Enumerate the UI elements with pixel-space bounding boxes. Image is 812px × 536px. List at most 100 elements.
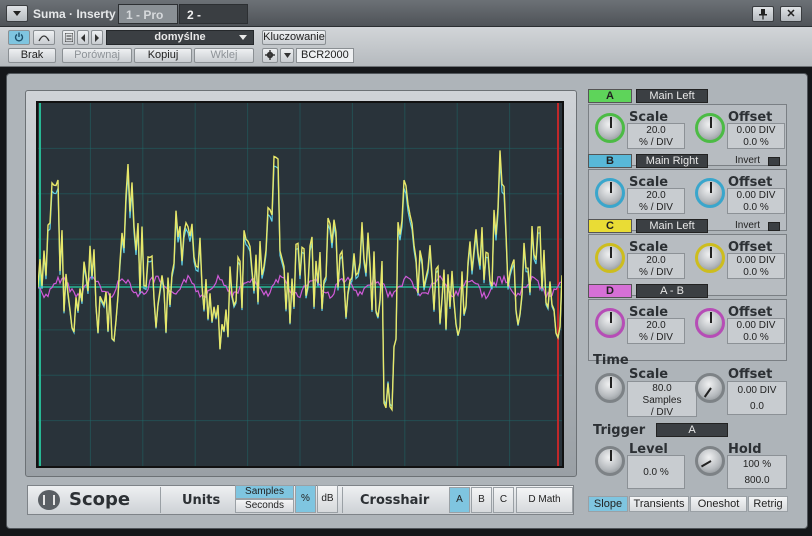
pin-icon bbox=[759, 9, 767, 20]
channel-c-offset-value-box[interactable]: 0.00 DIV 0.0 % bbox=[727, 253, 785, 279]
units-samples-button[interactable]: Samples bbox=[235, 485, 294, 499]
time-offset-label: Offset bbox=[728, 367, 773, 382]
list-icon bbox=[64, 32, 73, 43]
settings-button[interactable] bbox=[262, 48, 278, 63]
channel-b-button[interactable]: B bbox=[588, 154, 632, 168]
channel-a-scale-value-box[interactable]: 20.0% / DIV bbox=[627, 123, 685, 149]
window-title: Suma · Inserty bbox=[33, 7, 116, 21]
compare-button[interactable]: Porównaj bbox=[62, 48, 132, 63]
preset-prev-button[interactable] bbox=[77, 30, 89, 45]
units-db-button[interactable]: dB bbox=[317, 485, 338, 513]
power-button[interactable] bbox=[8, 30, 30, 45]
trigger-hold-value-box[interactable]: 100 % 800.0 bbox=[727, 455, 787, 489]
time-title: Time bbox=[593, 353, 629, 368]
time-offset-pct: 0.0 bbox=[750, 401, 764, 412]
preset-select[interactable]: domyślne bbox=[106, 30, 254, 45]
scope-display[interactable] bbox=[36, 101, 564, 468]
offset-value: 0.00 DIV bbox=[736, 320, 776, 331]
preset-next-button[interactable] bbox=[91, 30, 103, 45]
trigger-level-knob[interactable] bbox=[595, 446, 625, 476]
crosshair-a-button[interactable]: A bbox=[449, 487, 470, 513]
arrow-right-icon bbox=[95, 34, 99, 42]
automation-button[interactable] bbox=[33, 30, 55, 45]
divider bbox=[342, 487, 343, 513]
tab-pro-eq[interactable]: 1 - Pro EQ bbox=[118, 4, 178, 42]
channel-c-scale-value-box[interactable]: 20.0% / DIV bbox=[627, 253, 685, 279]
trigger-transients-button[interactable]: Transients bbox=[629, 496, 689, 512]
time-scale-unit2: / DIV bbox=[650, 407, 674, 418]
copy-button[interactable]: Kopiuj bbox=[134, 48, 192, 63]
trigger-level-value[interactable]: 0.0 % bbox=[627, 455, 685, 489]
controller-field[interactable]: BCR2000 bbox=[296, 48, 354, 63]
pin-button[interactable] bbox=[752, 6, 774, 22]
trigger-slope-button[interactable]: Slope bbox=[588, 496, 628, 512]
automation-icon bbox=[38, 35, 50, 42]
close-button[interactable]: ✕ bbox=[780, 6, 802, 22]
window-menu-dropdown[interactable] bbox=[6, 5, 28, 22]
settings-dropdown[interactable] bbox=[280, 48, 294, 63]
channel-d-button[interactable]: D bbox=[588, 284, 632, 298]
d-math-button[interactable]: D Math bbox=[516, 487, 573, 513]
channel-d-scale-knob[interactable] bbox=[595, 308, 625, 338]
channel-d-offset-value-box[interactable]: 0.00 DIV 0.0 % bbox=[727, 318, 785, 344]
trigger-oneshot-button[interactable]: Oneshot bbox=[690, 496, 747, 512]
time-offset-knob[interactable] bbox=[695, 373, 725, 403]
channel-b-scale-value-box[interactable]: 20.0% / DIV bbox=[627, 188, 685, 214]
channel-a-offset-value-box[interactable]: 0.00 DIV 0.0 % bbox=[727, 123, 785, 149]
channel-b-scale-knob[interactable] bbox=[595, 178, 625, 208]
trigger-hold-pct: 100 % bbox=[742, 459, 772, 470]
channel-b-source-select[interactable]: Main Right bbox=[636, 154, 708, 168]
title-bar: Suma · Inserty 1 - Pro EQ 2 - Scope 2 ✕ bbox=[0, 0, 812, 42]
offset-pct: 0.0 % bbox=[743, 332, 769, 343]
tab-scope[interactable]: 2 - Scope 2 bbox=[179, 4, 248, 42]
divider bbox=[160, 487, 161, 513]
channel-c-button[interactable]: C bbox=[588, 219, 632, 233]
chevron-down-icon bbox=[283, 53, 291, 58]
scope-waveform bbox=[37, 103, 563, 466]
channel-a-source-select[interactable]: Main Left bbox=[636, 89, 708, 103]
units-label: Units bbox=[182, 493, 221, 508]
channel-c-invert-label: Invert bbox=[735, 220, 761, 231]
channel-a-scale-knob[interactable] bbox=[595, 113, 625, 143]
time-offset-value: 0.00 DIV bbox=[737, 385, 777, 396]
channel-c-source-select[interactable]: Main Left bbox=[636, 219, 708, 233]
offset-pct: 0.0 % bbox=[743, 137, 769, 148]
channel-d-source-select[interactable]: A - B bbox=[636, 284, 708, 298]
time-scale-knob[interactable] bbox=[595, 373, 625, 403]
channel-b-invert-label: Invert bbox=[735, 155, 761, 166]
power-icon bbox=[14, 32, 24, 42]
channel-c-offset-knob[interactable] bbox=[695, 243, 725, 273]
trigger-source-select[interactable]: A bbox=[656, 423, 728, 437]
channel-c-invert-toggle[interactable] bbox=[768, 222, 780, 231]
offset-value: 0.00 DIV bbox=[736, 125, 776, 136]
trigger-hold-value: 800.0 bbox=[744, 475, 770, 486]
arrow-left-icon bbox=[81, 34, 85, 42]
crosshair-c-button[interactable]: C bbox=[493, 487, 514, 513]
paste-button[interactable]: Wklej bbox=[194, 48, 254, 63]
offset-value: 0.00 DIV bbox=[736, 190, 776, 201]
offset-pct: 0.0 % bbox=[743, 267, 769, 278]
crosshair-b-button[interactable]: B bbox=[471, 487, 492, 513]
channel-a-offset-knob[interactable] bbox=[695, 113, 725, 143]
units-seconds-button[interactable]: Seconds bbox=[235, 499, 294, 513]
trigger-retrig-button[interactable]: Retrig bbox=[748, 496, 788, 512]
gear-icon bbox=[265, 50, 275, 60]
trigger-hold-knob[interactable] bbox=[695, 446, 725, 476]
offset-pct: 0.0 % bbox=[743, 202, 769, 213]
bypass-button[interactable]: Brak bbox=[8, 48, 56, 63]
channel-b-offset-value-box[interactable]: 0.00 DIV 0.0 % bbox=[727, 188, 785, 214]
time-scale-value-box[interactable]: 80.0 Samples / DIV bbox=[627, 381, 697, 418]
preset-list-button[interactable] bbox=[62, 30, 75, 45]
channel-b-invert-toggle[interactable] bbox=[768, 157, 780, 166]
scale-unit: % / DIV bbox=[639, 267, 673, 278]
scale-value: 20.0 bbox=[646, 255, 666, 266]
channel-c-scale-knob[interactable] bbox=[595, 243, 625, 273]
time-offset-value-box[interactable]: 0.00 DIV 0.0 bbox=[727, 381, 787, 415]
scale-unit: % / DIV bbox=[639, 332, 673, 343]
keying-button[interactable]: Kluczowanie bbox=[262, 30, 326, 45]
units-percent-button[interactable]: % bbox=[295, 485, 316, 513]
channel-d-offset-knob[interactable] bbox=[695, 308, 725, 338]
channel-a-button[interactable]: A bbox=[588, 89, 632, 103]
channel-d-scale-value-box[interactable]: 20.0% / DIV bbox=[627, 318, 685, 344]
channel-b-offset-knob[interactable] bbox=[695, 178, 725, 208]
